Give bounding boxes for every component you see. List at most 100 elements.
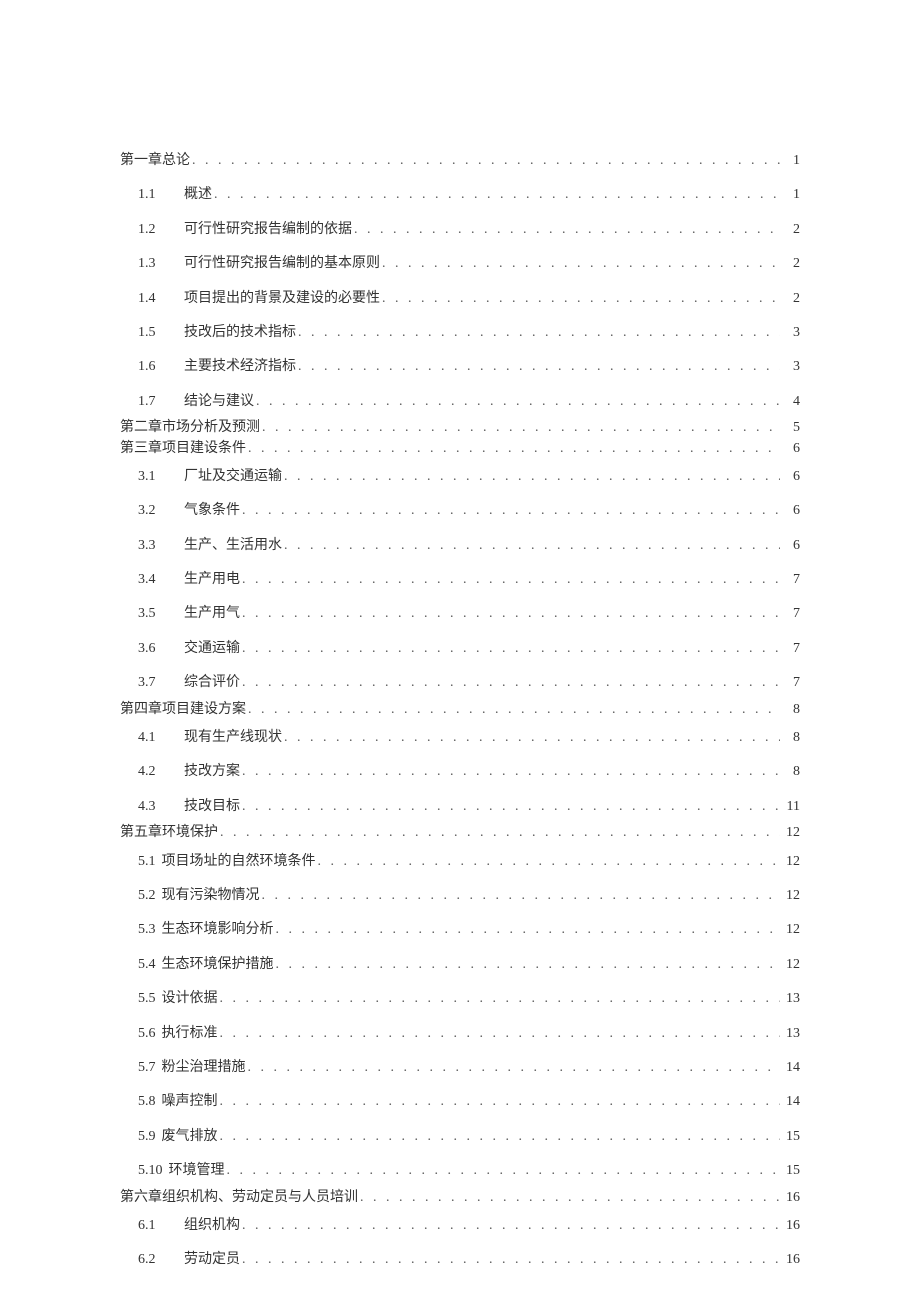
toc-entry: 3.5生产用气. . . . . . . . . . . . . . . . .…	[138, 603, 800, 625]
toc-leader-dots: . . . . . . . . . . . . . . . . . . . . …	[382, 253, 780, 275]
toc-page-number: 15	[782, 1126, 800, 1148]
toc-title: 技改方案	[184, 761, 240, 783]
toc-leader-dots: . . . . . . . . . . . . . . . . . . . . …	[220, 1023, 781, 1045]
toc-entry: 3.7综合评价. . . . . . . . . . . . . . . . .…	[138, 672, 800, 694]
toc-entry: 3.4生产用电. . . . . . . . . . . . . . . . .…	[138, 569, 800, 591]
toc-entry: 4.1现有生产线现状. . . . . . . . . . . . . . . …	[138, 727, 800, 749]
toc-leader-dots: . . . . . . . . . . . . . . . . . . . . …	[242, 1249, 780, 1271]
toc-leader-dots: . . . . . . . . . . . . . . . . . . . . …	[256, 391, 780, 413]
toc-title: 设计依据	[162, 988, 218, 1010]
toc-entry: 1.2可行性研究报告编制的依据. . . . . . . . . . . . .…	[138, 219, 800, 241]
toc-number: 4.2	[138, 761, 166, 783]
toc-entry: 第六章组织机构、劳动定员与人员培训. . . . . . . . . . . .…	[120, 1187, 800, 1209]
toc-title: 项目提出的背景及建设的必要性	[184, 288, 380, 310]
toc-page-number: 12	[782, 919, 800, 941]
toc-page-number: 16	[782, 1249, 800, 1271]
toc-title: 第二章市场分析及预测	[120, 417, 260, 439]
toc-number: 1.3	[138, 253, 166, 275]
toc-page-number: 15	[782, 1160, 800, 1182]
toc-page-number: 2	[782, 219, 800, 241]
toc-entry: 5.6执行标准. . . . . . . . . . . . . . . . .…	[138, 1023, 800, 1045]
toc-title: 项目场址的自然环境条件	[162, 851, 316, 873]
toc-leader-dots: . . . . . . . . . . . . . . . . . . . . …	[284, 535, 780, 557]
toc-entry: 5.1项目场址的自然环境条件. . . . . . . . . . . . . …	[138, 851, 800, 873]
toc-title: 生态环境影响分析	[162, 919, 274, 941]
toc-entry: 3.1厂址及交通运输. . . . . . . . . . . . . . . …	[138, 466, 800, 488]
toc-page-number: 8	[782, 727, 800, 749]
toc-title: 气象条件	[184, 500, 240, 522]
toc-title: 生产用气	[184, 603, 240, 625]
toc-leader-dots: . . . . . . . . . . . . . . . . . . . . …	[242, 761, 780, 783]
toc-leader-dots: . . . . . . . . . . . . . . . . . . . . …	[220, 1091, 781, 1113]
toc-number: 5.3	[138, 919, 156, 941]
toc-entry: 第一章总论. . . . . . . . . . . . . . . . . .…	[120, 150, 800, 172]
toc-title: 可行性研究报告编制的依据	[184, 219, 352, 241]
toc-page-number: 2	[782, 253, 800, 275]
toc-page-number: 6	[782, 500, 800, 522]
toc-page-number: 5	[782, 417, 800, 439]
toc-number: 5.9	[138, 1126, 156, 1148]
toc-number: 3.7	[138, 672, 166, 694]
toc-entry: 4.3技改目标. . . . . . . . . . . . . . . . .…	[138, 796, 800, 818]
toc-leader-dots: . . . . . . . . . . . . . . . . . . . . …	[242, 1215, 780, 1237]
toc-page-number: 6	[782, 466, 800, 488]
toc-page-number: 12	[782, 954, 800, 976]
toc-leader-dots: . . . . . . . . . . . . . . . . . . . . …	[284, 727, 780, 749]
toc-number: 5.1	[138, 851, 156, 873]
toc-number: 4.3	[138, 796, 166, 818]
toc-title: 第六章组织机构、劳动定员与人员培训	[120, 1187, 358, 1209]
toc-title: 可行性研究报告编制的基本原则	[184, 253, 380, 275]
toc-leader-dots: . . . . . . . . . . . . . . . . . . . . …	[360, 1187, 780, 1209]
toc-number: 5.2	[138, 885, 156, 907]
toc-page-number: 8	[782, 699, 800, 721]
toc-entry: 第五章环境保护. . . . . . . . . . . . . . . . .…	[120, 822, 800, 844]
toc-entry: 6.2劳动定员. . . . . . . . . . . . . . . . .…	[138, 1249, 800, 1271]
toc-leader-dots: . . . . . . . . . . . . . . . . . . . . …	[242, 500, 780, 522]
toc-entry: 5.7粉尘治理措施. . . . . . . . . . . . . . . .…	[138, 1057, 800, 1079]
toc-number: 6.2	[138, 1249, 166, 1271]
toc-title: 技改后的技术指标	[184, 322, 296, 344]
toc-number: 3.5	[138, 603, 166, 625]
toc-leader-dots: . . . . . . . . . . . . . . . . . . . . …	[248, 699, 780, 721]
toc-number: 3.6	[138, 638, 166, 660]
toc-number: 3.3	[138, 535, 166, 557]
toc-page-number: 3	[782, 322, 800, 344]
toc-entry: 第三章项目建设条件. . . . . . . . . . . . . . . .…	[120, 438, 800, 460]
toc-title: 第五章环境保护	[120, 822, 218, 844]
toc-title: 执行标准	[162, 1023, 218, 1045]
toc-number: 5.5	[138, 988, 156, 1010]
toc-entry: 5.9废气排放. . . . . . . . . . . . . . . . .…	[138, 1126, 800, 1148]
toc-entry: 4.2 技改方案. . . . . . . . . . . . . . . . .…	[138, 761, 800, 783]
toc-entry: 5.2现有污染物情况. . . . . . . . . . . . . . . …	[138, 885, 800, 907]
toc-title: 现有污染物情况	[162, 885, 260, 907]
toc-leader-dots: . . . . . . . . . . . . . . . . . . . . …	[242, 672, 780, 694]
toc-entry: 5.4生态环境保护措施. . . . . . . . . . . . . . .…	[138, 954, 800, 976]
toc-number: 1.1	[138, 184, 166, 206]
toc-title: 结论与建议	[184, 391, 254, 413]
toc-leader-dots: . . . . . . . . . . . . . . . . . . . . …	[242, 796, 780, 818]
toc-number: 1.5	[138, 322, 166, 344]
toc-title: 生产、生活用水	[184, 535, 282, 557]
toc-leader-dots: . . . . . . . . . . . . . . . . . . . . …	[220, 822, 780, 844]
toc-number: 1.6	[138, 356, 166, 378]
toc-number: 1.4	[138, 288, 166, 310]
toc-entry: 5.10环境管理. . . . . . . . . . . . . . . . …	[138, 1160, 800, 1182]
toc-page-number: 7	[782, 569, 800, 591]
toc-page-number: 6	[782, 535, 800, 557]
toc-number: 5.4	[138, 954, 156, 976]
toc-page-number: 13	[782, 1023, 800, 1045]
toc-leader-dots: . . . . . . . . . . . . . . . . . . . . …	[248, 438, 780, 460]
toc-title: 粉尘治理措施	[162, 1057, 246, 1079]
toc-title: 第一章总论	[120, 150, 190, 172]
toc-title: 厂址及交通运输	[184, 466, 282, 488]
toc-page-number: 3	[782, 356, 800, 378]
toc-number: 5.10	[138, 1160, 163, 1182]
toc-page-number: 12	[782, 885, 800, 907]
toc-page-number: 14	[782, 1091, 800, 1113]
toc-number: 4.1	[138, 727, 166, 749]
toc-page-number: 7	[782, 603, 800, 625]
toc-title: 生态环境保护措施	[162, 954, 274, 976]
toc-entry: 3.2气象条件. . . . . . . . . . . . . . . . .…	[138, 500, 800, 522]
toc-number: 1.2	[138, 219, 166, 241]
toc-leader-dots: . . . . . . . . . . . . . . . . . . . . …	[262, 417, 780, 439]
